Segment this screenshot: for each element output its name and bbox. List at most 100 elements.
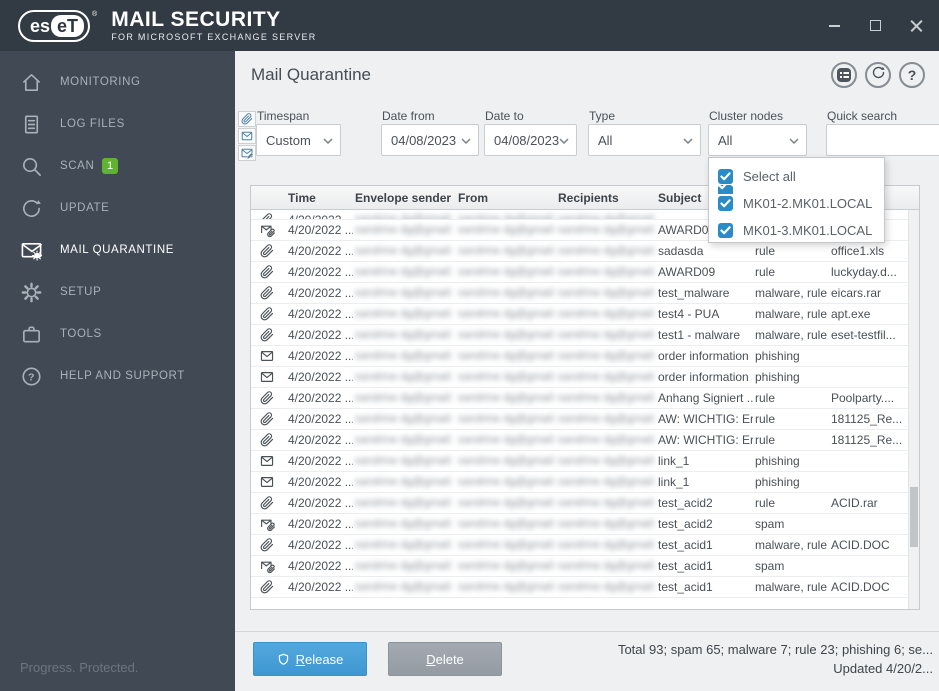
quarantine-row[interactable]: 4/20/2022 ...sandrine dg@gmail:sandrine … bbox=[251, 430, 919, 451]
sidebar-item-setup[interactable]: SETUP bbox=[0, 271, 235, 313]
release-button[interactable]: Release bbox=[253, 642, 367, 676]
cluster-option-mk01-2-mk01-local[interactable]: MK01-2.MK01.LOCAL bbox=[709, 191, 884, 215]
maximize-button[interactable] bbox=[868, 19, 882, 33]
column-header-recipients[interactable]: Recipients bbox=[556, 191, 656, 205]
table-scrollbar[interactable] bbox=[908, 210, 919, 609]
sidebar-item-monitoring[interactable]: MONITORING bbox=[0, 61, 235, 103]
cell-envelope-sender: sandrine dg@gmail: bbox=[353, 476, 456, 488]
attachments-filter[interactable] bbox=[238, 111, 256, 127]
cell-reason: malware, rule bbox=[753, 307, 829, 321]
cluster-nodes-select[interactable]: All bbox=[708, 124, 807, 156]
sidebar-item-log-files[interactable]: LOG FILES bbox=[0, 103, 235, 145]
cell-time: 4/20/2022 ... bbox=[286, 244, 353, 258]
quarantine-row[interactable]: 4/20/2022 ...sandrine dg@gmail:sandrine … bbox=[251, 283, 919, 304]
refresh-button[interactable] bbox=[865, 62, 891, 88]
cell-recipients: sandrine dg@gmail: bbox=[556, 213, 656, 220]
cell-reason: spam bbox=[753, 517, 829, 531]
registered-mark: ® bbox=[92, 11, 97, 18]
cell-recipients: sandrine dg@gmail: bbox=[556, 329, 656, 341]
scan-icon bbox=[20, 155, 43, 178]
quarantine-row[interactable]: 4/20/2022 ...sandrine dg@gmail:sandrine … bbox=[251, 535, 919, 556]
logo-text-es: es bbox=[30, 17, 50, 35]
cell-reason: malware, rule bbox=[753, 286, 829, 300]
quarantine-row[interactable]: 4/20/2022 ...sandrine dg@gmail:sandrine … bbox=[251, 304, 919, 325]
sidebar-item-scan[interactable]: SCAN1 bbox=[0, 145, 235, 187]
type-select[interactable]: All bbox=[588, 124, 701, 156]
timespan-select[interactable]: Custom bbox=[256, 124, 341, 156]
shield-icon bbox=[277, 653, 290, 666]
cell-from: sandrine dg@gmail: bbox=[456, 350, 556, 362]
release-button-label: Release bbox=[296, 652, 344, 667]
eset-logo: eseT ® bbox=[18, 10, 97, 42]
quarantine-row[interactable]: 4/20/2022 ...sandrine dg@gmail:sandrine … bbox=[251, 514, 919, 535]
envelope-icon bbox=[251, 370, 286, 384]
sidebar-item-label: MAIL QUARANTINE bbox=[60, 244, 174, 256]
checkbox-checked[interactable] bbox=[718, 223, 733, 238]
cell-from: sandrine dg@gmail: bbox=[456, 518, 556, 530]
cell-reason: malware, rule bbox=[753, 328, 829, 342]
cluster-option-mk01-3-mk01-local[interactable]: MK01-3.MK01.LOCAL bbox=[709, 218, 884, 242]
checkbox-checked[interactable] bbox=[718, 196, 733, 211]
view-options-button[interactable] bbox=[831, 62, 857, 88]
cell-subject: test_malware bbox=[656, 286, 753, 300]
help-button[interactable]: ? bbox=[899, 62, 925, 88]
cell-time: 4/20/2022 ... bbox=[286, 412, 353, 426]
cell-envelope-sender: sandrine dg@gmail: bbox=[353, 308, 456, 320]
setup-icon bbox=[20, 281, 43, 304]
cell-reason: rule bbox=[753, 265, 829, 279]
cell-envelope-sender: sandrine dg@gmail: bbox=[353, 392, 456, 404]
cell-subject: AW: WICHTIG: Er... bbox=[656, 433, 753, 447]
cell-time: 4/20/2022 ... bbox=[286, 538, 353, 552]
quarantine-row[interactable]: 4/20/2022 ...sandrine dg@gmail:sandrine … bbox=[251, 241, 919, 262]
cell-from: sandrine dg@gmail: bbox=[456, 329, 556, 341]
cell-recipients: sandrine dg@gmail: bbox=[556, 350, 656, 362]
status-summary: Total 93; spam 65; malware 7; rule 23; p… bbox=[593, 640, 933, 659]
quarantine-row[interactable]: 4/20/2022 ...sandrine dg@gmail:sandrine … bbox=[251, 346, 919, 367]
sidebar-item-tools[interactable]: TOOLS bbox=[0, 313, 235, 355]
cell-subject: link_1 bbox=[656, 475, 753, 489]
cluster-option-select-all[interactable]: Select all bbox=[709, 164, 884, 188]
paperclip-icon bbox=[251, 244, 286, 258]
cell-attachment: 181125_Re... bbox=[829, 433, 919, 447]
quarantine-row[interactable]: 4/20/2022 ...sandrine dg@gmail:sandrine … bbox=[251, 262, 919, 283]
close-button[interactable] bbox=[909, 19, 923, 33]
envelope-icon bbox=[241, 130, 253, 142]
scrollbar-thumb[interactable] bbox=[910, 487, 918, 547]
cell-from: sandrine dg@gmail: bbox=[456, 308, 556, 320]
cell-recipients: sandrine dg@gmail: bbox=[556, 392, 656, 404]
quarantine-row[interactable]: 4/20/2022 ...sandrine dg@gmail:sandrine … bbox=[251, 556, 919, 577]
cell-subject: order information bbox=[656, 349, 753, 363]
quarantine-row[interactable]: 4/20/2022 ...sandrine dg@gmail:sandrine … bbox=[251, 451, 919, 472]
date-to-select[interactable]: 04/08/2023 bbox=[484, 124, 577, 156]
quick-search-input[interactable] bbox=[826, 124, 939, 156]
column-header-from[interactable]: From bbox=[456, 191, 556, 205]
minimize-button[interactable] bbox=[827, 19, 841, 33]
cell-subject: sadasda bbox=[656, 244, 753, 258]
quarantine-row[interactable]: 4/20/2022 ...sandrine dg@gmail:sandrine … bbox=[251, 493, 919, 514]
cell-attachment: ACID.DOC bbox=[829, 538, 919, 552]
column-header-time[interactable]: Time bbox=[286, 191, 353, 205]
messages-attachments-filter[interactable] bbox=[238, 145, 256, 161]
quarantine-row[interactable]: 4/20/2022 ... sandrine dg@gmail:sandrine … bbox=[251, 325, 919, 346]
sidebar-item-label: SETUP bbox=[60, 286, 101, 298]
sidebar-item-help-and-support[interactable]: ?HELP AND SUPPORT bbox=[0, 355, 235, 397]
quarantine-row[interactable]: 4/20/2022 ...sandrine dg@gmail:sandrine … bbox=[251, 409, 919, 430]
date-from-select[interactable]: 04/08/2023 bbox=[381, 124, 479, 156]
cell-time: 4/20/2022 ... bbox=[286, 475, 353, 489]
checkbox-checked[interactable] bbox=[718, 169, 733, 184]
messages-filter[interactable] bbox=[238, 128, 256, 144]
type-label: Type bbox=[589, 109, 615, 123]
delete-button[interactable]: Delete bbox=[388, 642, 502, 676]
quarantine-row[interactable]: 4/20/2022 ...sandrine dg@gmail:sandrine … bbox=[251, 367, 919, 388]
quarantine-row[interactable]: 4/20/2022 ...sandrine dg@gmail:sandrine … bbox=[251, 577, 919, 598]
quarantine-row[interactable]: 4/20/2022 ...sandrine dg@gmail:sandrine … bbox=[251, 472, 919, 493]
cell-reason: malware, rule bbox=[753, 580, 829, 594]
product-subtitle: FOR MICROSOFT EXCHANGE SERVER bbox=[111, 32, 316, 42]
sidebar-item-update[interactable]: UPDATE bbox=[0, 187, 235, 229]
page-title: Mail Quarantine bbox=[251, 65, 371, 85]
cell-time: 4/20/2022 ... bbox=[286, 328, 353, 342]
column-header-envelope-sender[interactable]: Envelope sender bbox=[353, 191, 456, 205]
quarantine-row[interactable]: 4/20/2022 ...sandrine dg@gmail:sandrine … bbox=[251, 388, 919, 409]
sidebar-item-mail-quarantine[interactable]: MAIL QUARANTINE bbox=[0, 229, 235, 271]
date-to-label: Date to bbox=[485, 109, 524, 123]
